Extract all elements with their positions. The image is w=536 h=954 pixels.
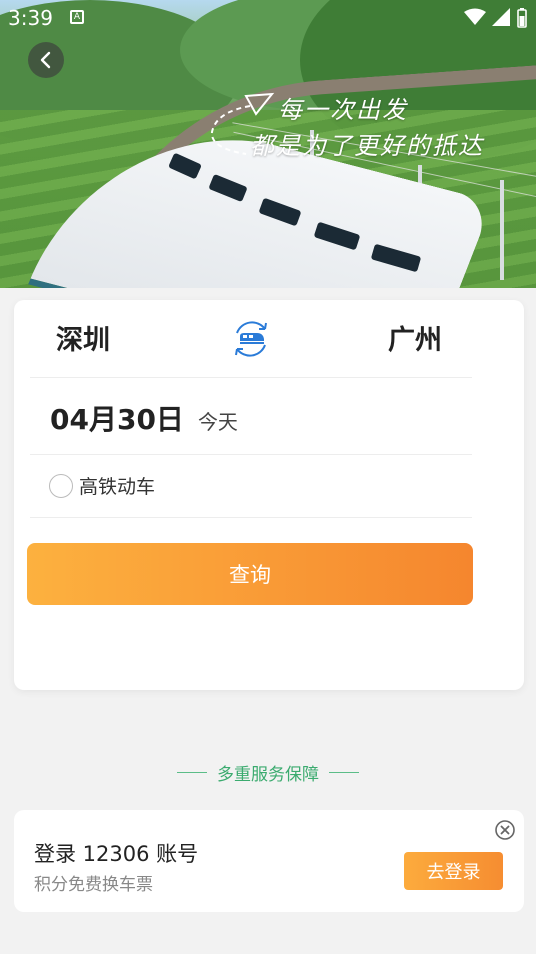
login-button[interactable]: 去登录 <box>404 852 503 890</box>
status-icons <box>464 8 528 28</box>
date-selector[interactable]: 04月30日 今天 <box>50 398 238 438</box>
search-button[interactable]: 查询 <box>27 543 473 605</box>
train-icon <box>240 333 264 344</box>
high-speed-checkbox[interactable] <box>49 473 73 498</box>
heading-line-left <box>177 771 207 773</box>
swap-stations-button[interactable] <box>229 317 273 361</box>
heading-line-right <box>329 771 359 773</box>
high-speed-filter[interactable]: 高铁动车 <box>49 472 155 499</box>
battery-icon <box>517 8 527 28</box>
close-icon[interactable] <box>494 819 516 841</box>
arrival-city[interactable]: 广州 <box>388 318 442 357</box>
travel-date: 04月30日 <box>50 403 184 436</box>
back-button[interactable] <box>28 42 64 78</box>
login-title: 登录 12306 账号 <box>34 842 199 866</box>
status-bar: 3:39 A <box>0 0 536 34</box>
wifi-icon <box>464 8 486 25</box>
chevron-left-icon <box>40 51 51 69</box>
departure-city[interactable]: 深圳 <box>56 318 110 357</box>
high-speed-label: 高铁动车 <box>79 476 156 498</box>
service-heading-text: 多重服务保障 <box>217 764 319 785</box>
slogan-line-2: 都是为了更好的抵达 <box>250 132 484 160</box>
status-time: 3:39 <box>8 6 53 30</box>
banner-slogan: 每一次出发 都是为了更好的抵达 <box>250 92 484 164</box>
app-notification-icon: A <box>70 10 84 24</box>
slogan-line-1: 每一次出发 <box>278 96 408 124</box>
divider <box>30 377 472 378</box>
divider <box>30 454 472 455</box>
signal-icon <box>492 8 510 26</box>
divider <box>30 517 472 518</box>
login-subtitle: 积分免费换车票 <box>34 875 153 895</box>
service-heading: 多重服务保障 <box>0 760 536 785</box>
date-relative-label: 今天 <box>197 410 238 434</box>
